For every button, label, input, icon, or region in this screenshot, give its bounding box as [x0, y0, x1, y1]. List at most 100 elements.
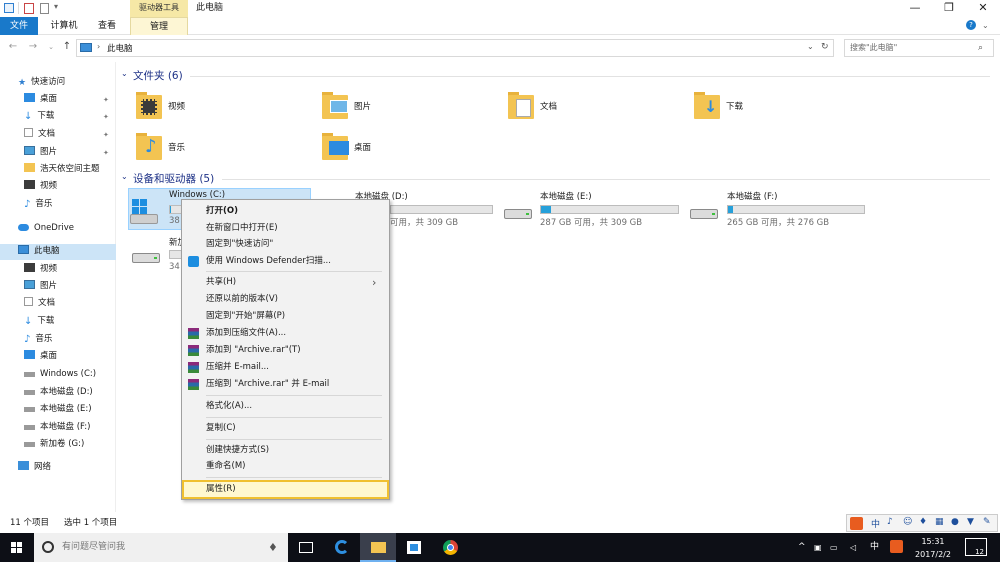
microphone-icon[interactable]: ♦ — [268, 533, 278, 562]
keyboard-icon[interactable]: ▦ — [935, 517, 944, 527]
menu-item-format[interactable]: 格式化(A)... — [182, 398, 389, 415]
drive-name[interactable]: 本地磁盘 (E:) — [540, 190, 592, 202]
folder-documents[interactable]: 文档 — [502, 88, 682, 124]
sidebar-item-drive-f[interactable]: 本地磁盘 (F:) — [24, 419, 90, 436]
minimize-button[interactable]: — — [898, 0, 932, 17]
store-icon[interactable] — [396, 533, 432, 562]
address-bar[interactable]: › 此电脑 ⌄ ↻ — [76, 39, 834, 57]
folder-videos[interactable]: 视频 — [130, 88, 310, 124]
sidebar-item-pc-documents[interactable]: 文档 — [24, 295, 55, 312]
drive-icon — [24, 390, 35, 395]
new-folder-quick-icon[interactable] — [40, 3, 49, 14]
sidebar-item-pc-pictures[interactable]: 图片 — [24, 278, 57, 295]
menu-item-properties[interactable]: 属性(R) — [182, 480, 389, 499]
properties-quick-icon[interactable] — [24, 3, 34, 14]
sidebar-item-pc-desktop[interactable]: 桌面 — [24, 348, 57, 365]
user-icon[interactable]: ● — [951, 517, 959, 527]
folder-icon — [24, 163, 35, 172]
ime-toolbar[interactable]: 中 ♪ ☺ ♦ ▦ ● ▼ ✎ — [846, 514, 998, 532]
battery-icon[interactable]: ▭ — [830, 533, 838, 562]
menu-item-compress-rar-email[interactable]: 压缩到 "Archive.rar" 并 E-mail — [182, 376, 389, 393]
tab-manage[interactable]: 管理 — [130, 17, 188, 35]
menu-item-create-shortcut[interactable]: 创建快捷方式(S) — [182, 442, 389, 459]
tab-file[interactable]: 文件 — [0, 17, 38, 35]
network-tray-icon[interactable]: ▣ — [814, 533, 822, 562]
action-center-icon[interactable]: 12 — [965, 538, 987, 556]
tab-computer[interactable]: 计算机 — [44, 17, 84, 35]
sidebar-item-onedrive[interactable]: OneDrive — [18, 220, 74, 237]
up-button[interactable]: ↑ — [60, 40, 74, 54]
microphone-icon[interactable]: ♦ — [919, 517, 927, 527]
sidebar-item-pictures[interactable]: 图片 — [24, 144, 57, 161]
quick-access-toolbar-dropdown-icon[interactable]: ▾ — [54, 2, 58, 11]
sidebar-item-this-pc[interactable]: 此电脑 — [18, 243, 60, 260]
sidebar-item-quick-access[interactable]: ★ 快速访问 — [18, 74, 65, 91]
folder-downloads[interactable]: ↓ 下载 — [688, 88, 868, 124]
sidebar-item-documents[interactable]: 文档 — [24, 126, 55, 143]
menu-item-open[interactable]: 打开(O) — [182, 203, 389, 220]
drives-group-header[interactable]: 设备和驱动器 (5) — [133, 171, 214, 186]
sogou-tray-icon[interactable] — [890, 540, 903, 553]
sidebar-item-downloads[interactable]: ↓ 下载 — [24, 108, 54, 125]
settings-wrench-icon[interactable]: ✎ — [983, 517, 991, 527]
sidebar-item-network[interactable]: 网络 — [18, 459, 51, 476]
menu-item-open-new-window[interactable]: 在新窗口中打开(E) — [182, 220, 389, 237]
downloads-folder-icon: ↓ — [694, 91, 722, 121]
address-dropdown-icon[interactable]: ⌄ — [807, 42, 814, 51]
expand-ribbon-icon[interactable]: ⌄ — [982, 21, 989, 30]
breadcrumb[interactable]: 此电脑 — [107, 42, 133, 54]
sidebar-item-drive-g[interactable]: 新加卷 (G:) — [24, 436, 84, 453]
back-button[interactable]: ← — [6, 40, 20, 54]
ime-mode-label[interactable]: 中 — [871, 517, 880, 530]
maximize-button[interactable]: ❐ — [932, 0, 966, 17]
folder-pictures[interactable]: 图片 — [316, 88, 496, 124]
task-view-button[interactable] — [288, 533, 324, 562]
close-button[interactable]: ✕ — [966, 0, 1000, 17]
sidebar-item-drive-c[interactable]: Windows (C:) — [24, 366, 96, 383]
start-button[interactable] — [0, 533, 34, 562]
edge-browser-icon[interactable] — [324, 533, 360, 562]
sidebar-item-drive-d[interactable]: 本地磁盘 (D:) — [24, 384, 93, 401]
punctuation-icon[interactable]: ♪ — [887, 517, 893, 527]
menu-item-pin-quick-access[interactable]: 固定到"快速访问" — [182, 236, 389, 253]
folder-music[interactable]: ♪ 音乐 — [130, 129, 310, 165]
folder-desktop[interactable]: 桌面 — [316, 129, 496, 165]
sidebar-item-videos[interactable]: 视频 — [24, 178, 57, 195]
sidebar-item-drive-e[interactable]: 本地磁盘 (E:) — [24, 401, 92, 418]
collapse-chevron-icon[interactable]: ⌄ — [121, 69, 128, 78]
sidebar-item-desktop[interactable]: 桌面 — [24, 91, 57, 108]
show-hidden-icons[interactable]: ^ — [798, 533, 806, 562]
drive-name[interactable]: 本地磁盘 (F:) — [727, 190, 777, 202]
drive-usage-bar — [390, 205, 493, 214]
sidebar-item-pc-music[interactable]: ♪ 音乐 — [24, 331, 52, 348]
sidebar-item-pc-videos[interactable]: 视频 — [24, 261, 57, 278]
forward-button[interactable]: → — [26, 40, 40, 54]
menu-item-pin-start[interactable]: 固定到"开始"屏幕(P) — [182, 308, 389, 325]
menu-item-restore-versions[interactable]: 还原以前的版本(V) — [182, 291, 389, 308]
folders-group-header[interactable]: 文件夹 (6) — [133, 68, 183, 83]
sidebar-item-theme-folder[interactable]: 浩天依空间主题 — [24, 161, 100, 178]
search-input[interactable]: 搜索"此电脑" ⌕ — [844, 39, 994, 57]
menu-item-compress-email[interactable]: 压缩并 E-mail... — [182, 359, 389, 376]
input-language[interactable]: 中 — [870, 533, 879, 562]
help-icon[interactable]: ? — [966, 20, 976, 30]
volume-icon[interactable]: ◁ — [850, 533, 856, 562]
menu-item-defender-scan[interactable]: 使用 Windows Defender扫描... — [182, 253, 389, 270]
menu-item-add-archive-rar[interactable]: 添加到 "Archive.rar"(T) — [182, 342, 389, 359]
tab-view[interactable]: 查看 — [90, 17, 124, 35]
skin-icon[interactable]: ▼ — [967, 517, 974, 527]
clock[interactable]: 15:31 2017/2/2 — [913, 533, 953, 562]
sidebar-item-music[interactable]: ♪ 音乐 — [24, 196, 52, 213]
menu-item-copy[interactable]: 复制(C) — [182, 420, 389, 437]
file-explorer-taskbar-icon[interactable] — [360, 533, 396, 562]
cortana-search-box[interactable]: 有问题尽管问我 ♦ — [34, 533, 288, 562]
emoji-icon[interactable]: ☺ — [903, 517, 912, 527]
refresh-icon[interactable]: ↻ — [821, 42, 829, 52]
collapse-chevron-icon[interactable]: ⌄ — [121, 172, 128, 181]
recent-locations-icon[interactable]: ⌄ — [44, 40, 58, 54]
menu-item-share[interactable]: 共享(H) › — [182, 274, 389, 291]
sidebar-item-pc-downloads[interactable]: ↓ 下载 — [24, 313, 54, 330]
menu-item-add-archive[interactable]: 添加到压缩文件(A)... — [182, 325, 389, 342]
menu-item-rename[interactable]: 重命名(M) — [182, 458, 389, 475]
chrome-icon[interactable] — [432, 533, 468, 562]
